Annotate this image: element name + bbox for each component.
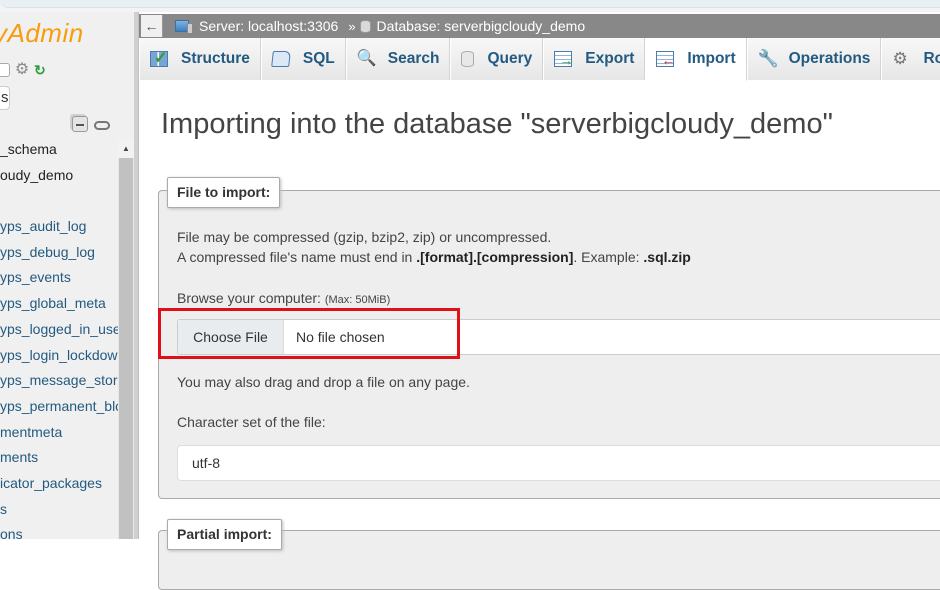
tab-search[interactable]: 🔍 Search xyxy=(345,38,451,80)
note-format: .[format].[compression] xyxy=(416,249,574,265)
tab-label: Export xyxy=(585,50,635,67)
export-icon xyxy=(554,51,573,67)
tree-item[interactable]: ments xyxy=(0,448,118,474)
back-arrow-icon[interactable]: ← xyxy=(141,15,163,37)
navigation-sidebar: yAdmin ⚙ ↻ s _schema oudy_demo yps_audit_l… xyxy=(0,12,138,539)
breadcrumb-server[interactable]: Server: localhost:3306 xyxy=(199,18,338,34)
tree-item[interactable]: oudy_demo xyxy=(0,166,118,192)
charset-select[interactable]: utf-8 xyxy=(177,445,940,481)
tree-item[interactable]: yps_audit_log xyxy=(0,217,118,243)
tab-label: SQL xyxy=(302,50,335,67)
tab-rout[interactable]: ⚙ Rout xyxy=(881,38,940,80)
phpmyadmin-logo[interactable]: yAdmin xyxy=(0,18,84,49)
browse-label: Browse your computer: (Max: 50MiB) xyxy=(177,290,390,306)
breadcrumb-separator: » xyxy=(348,18,356,34)
tree-item[interactable]: yps_global_meta xyxy=(0,294,118,320)
tree-item[interactable]: yps_login_lockdown xyxy=(0,346,118,372)
tab-query[interactable]: Query xyxy=(450,38,544,80)
sidebar-scrollbar[interactable]: ▲ xyxy=(118,140,134,539)
tab-sql[interactable]: SQL xyxy=(260,38,346,80)
recent-label: s xyxy=(1,89,9,106)
tab-operations[interactable]: 🔧 Operations xyxy=(746,38,882,80)
gear-icon[interactable]: ⚙ xyxy=(14,62,30,78)
structure-icon xyxy=(150,48,168,68)
address-bar-edge xyxy=(0,0,940,8)
tab-label: Import xyxy=(687,50,736,67)
main-content: ← Server: localhost:3306 » Database: ser… xyxy=(138,12,940,590)
tab-label: Rout xyxy=(923,50,940,67)
recent-tables-button[interactable]: s xyxy=(0,86,10,110)
collapse-all-icon[interactable] xyxy=(72,116,88,132)
tree-item[interactable]: icator_packages xyxy=(0,474,118,500)
tree-item[interactable]: _schema xyxy=(0,140,118,166)
partial-import-section: Partial import: xyxy=(158,519,940,590)
tree-item[interactable]: ons xyxy=(0,525,118,539)
note-example: .sql.zip xyxy=(643,249,691,265)
browse-text: Browse your computer: xyxy=(177,290,325,306)
breadcrumb-database[interactable]: Database: serverbigcloudy_demo xyxy=(377,18,586,34)
tab-export[interactable]: Export xyxy=(543,38,646,80)
routines-icon: ⚙ xyxy=(892,49,908,68)
tab-label: Operations xyxy=(788,50,871,67)
tab-label: Query xyxy=(487,50,533,67)
exit-icon[interactable] xyxy=(0,63,10,77)
tree-tools xyxy=(72,116,110,132)
reload-icon[interactable]: ↻ xyxy=(34,63,48,77)
database-tree: _schema oudy_demo yps_audit_log yps_debug_l… xyxy=(0,140,118,539)
compression-name-note: A compressed file's name must end in .[f… xyxy=(177,249,691,265)
tree-item[interactable]: yps_logged_in_users xyxy=(0,320,118,346)
scrollbar-thumb[interactable] xyxy=(119,158,133,539)
tree-item[interactable]: yps_events xyxy=(0,268,118,294)
tab-structure[interactable]: Structure xyxy=(139,38,261,80)
note-mid: . Example: xyxy=(573,249,644,265)
drag-drop-note: You may also drag and drop a file on any… xyxy=(177,374,470,390)
operations-icon: 🔧 xyxy=(757,49,779,68)
charset-label: Character set of the file: xyxy=(177,414,326,430)
file-to-import-legend: File to import: xyxy=(167,177,281,208)
compression-note: File may be compressed (gzip, bzip2, zip… xyxy=(177,229,552,245)
note-prefix: A compressed file's name must end in xyxy=(177,249,417,265)
import-icon xyxy=(656,51,675,67)
tab-label: Search xyxy=(387,50,440,67)
link-with-main-icon[interactable] xyxy=(94,120,110,130)
sql-icon xyxy=(271,51,291,67)
query-icon xyxy=(461,51,475,67)
tree-item[interactable]: mentmeta xyxy=(0,423,118,449)
tab-label: Structure xyxy=(181,50,250,67)
tree-item[interactable]: yps_debug_log xyxy=(0,243,118,269)
tree-item[interactable]: s xyxy=(0,500,118,526)
max-size: (Max: 50MiB) xyxy=(324,294,391,306)
database-icon xyxy=(359,19,371,33)
scroll-up-arrow-icon[interactable]: ▲ xyxy=(118,140,134,158)
browser-top-strip xyxy=(0,0,940,12)
page-title: Importing into the database "serverbigcl… xyxy=(161,108,833,140)
tab-import[interactable]: Import xyxy=(645,38,747,81)
partial-import-legend: Partial import: xyxy=(167,519,282,550)
tree-item[interactable] xyxy=(0,191,118,217)
server-icon xyxy=(175,20,193,34)
search-icon: 🔍 xyxy=(356,50,377,67)
breadcrumb: ← Server: localhost:3306 » Database: ser… xyxy=(139,14,940,38)
sidebar-quick-icons: ⚙ ↻ xyxy=(0,60,48,80)
tab-bar: Structure SQL 🔍 Search Query Export Import 🔧 Ope… xyxy=(139,38,940,81)
tree-item[interactable]: yps_permanent_block xyxy=(0,397,118,423)
tree-item[interactable]: yps_message_store xyxy=(0,371,118,397)
annotation-highlight-box xyxy=(158,308,460,359)
